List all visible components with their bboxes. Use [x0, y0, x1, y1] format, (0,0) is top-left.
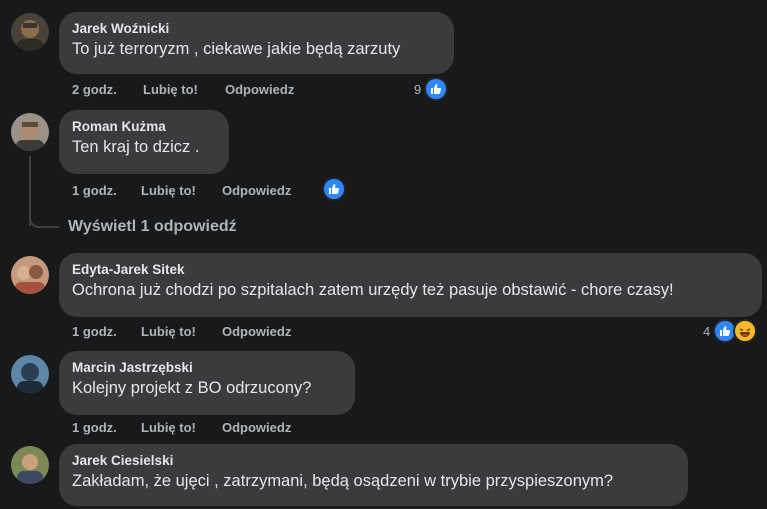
avatar[interactable] — [11, 446, 49, 484]
reaction-summary[interactable] — [322, 177, 346, 201]
comment-author[interactable]: Jarek Woźnicki — [72, 20, 441, 38]
comment-bubble: Roman Kużma Ten kraj to dzicz . — [59, 110, 229, 174]
comment-text: Zakładam, że ujęci , zatrzymani, będą os… — [72, 472, 614, 490]
reply-button[interactable]: Odpowiedz — [222, 183, 291, 198]
avatar-image-icon — [11, 355, 49, 393]
avatar-image-icon — [11, 13, 49, 51]
reaction-count: 9 — [414, 81, 422, 97]
comment-bubble: Marcin Jastrzębski Kolejny projekt z BO … — [59, 351, 355, 415]
comment-bubble: Edyta-Jarek Sitek Ochrona już chodzi po … — [59, 253, 762, 317]
avatar-image-icon — [11, 446, 49, 484]
comment-time[interactable]: 1 godz. — [72, 324, 117, 339]
avatar-image-icon — [11, 256, 49, 294]
like-button[interactable]: Lubię to! — [141, 183, 196, 198]
like-button[interactable]: Lubię to! — [141, 420, 196, 435]
haha-reaction-icon — [733, 319, 758, 343]
comment-author[interactable]: Edyta-Jarek Sitek — [72, 261, 749, 279]
comment-author[interactable]: Marcin Jastrzębski — [72, 359, 342, 377]
comment-text: Ochrona już chodzi po szpitalach zatem u… — [72, 281, 674, 299]
comment-time[interactable]: 1 godz. — [72, 420, 117, 435]
like-button[interactable]: Lubię to! — [141, 324, 196, 339]
reaction-summary[interactable]: 4 — [703, 319, 758, 343]
avatar-image-icon — [11, 113, 49, 151]
thread-connector — [29, 208, 59, 228]
comment-author[interactable]: Roman Kużma — [72, 118, 216, 136]
avatar[interactable] — [11, 256, 49, 294]
reaction-count: 4 — [703, 323, 711, 339]
reply-button[interactable]: Odpowiedz — [222, 324, 291, 339]
avatar[interactable] — [11, 113, 49, 151]
comment-text: To już terroryzm , ciekawe jakie będą za… — [72, 40, 401, 58]
comment-time[interactable]: 1 godz. — [72, 183, 117, 198]
avatar[interactable] — [11, 355, 49, 393]
comment-author[interactable]: Jarek Ciesielski — [72, 452, 675, 470]
reply-button[interactable]: Odpowiedz — [222, 420, 291, 435]
like-reaction-icon — [322, 177, 346, 201]
reply-button[interactable]: Odpowiedz — [225, 82, 294, 97]
avatar[interactable] — [11, 13, 49, 51]
comment-text: Kolejny projekt z BO odrzucony? — [72, 379, 312, 397]
like-reaction-icon — [424, 77, 449, 101]
comment-bubble: Jarek Woźnicki To już terroryzm , ciekaw… — [59, 12, 454, 74]
comment-bubble: Jarek Ciesielski Zakładam, że ujęci , za… — [59, 444, 688, 506]
reaction-summary[interactable]: 9 — [414, 77, 449, 101]
comment-text: Ten kraj to dzicz . — [72, 138, 200, 156]
comment-time[interactable]: 2 godz. — [72, 82, 117, 97]
like-button[interactable]: Lubię to! — [143, 82, 198, 97]
view-replies-link[interactable]: Wyświetl 1 odpowiedź — [68, 218, 237, 236]
